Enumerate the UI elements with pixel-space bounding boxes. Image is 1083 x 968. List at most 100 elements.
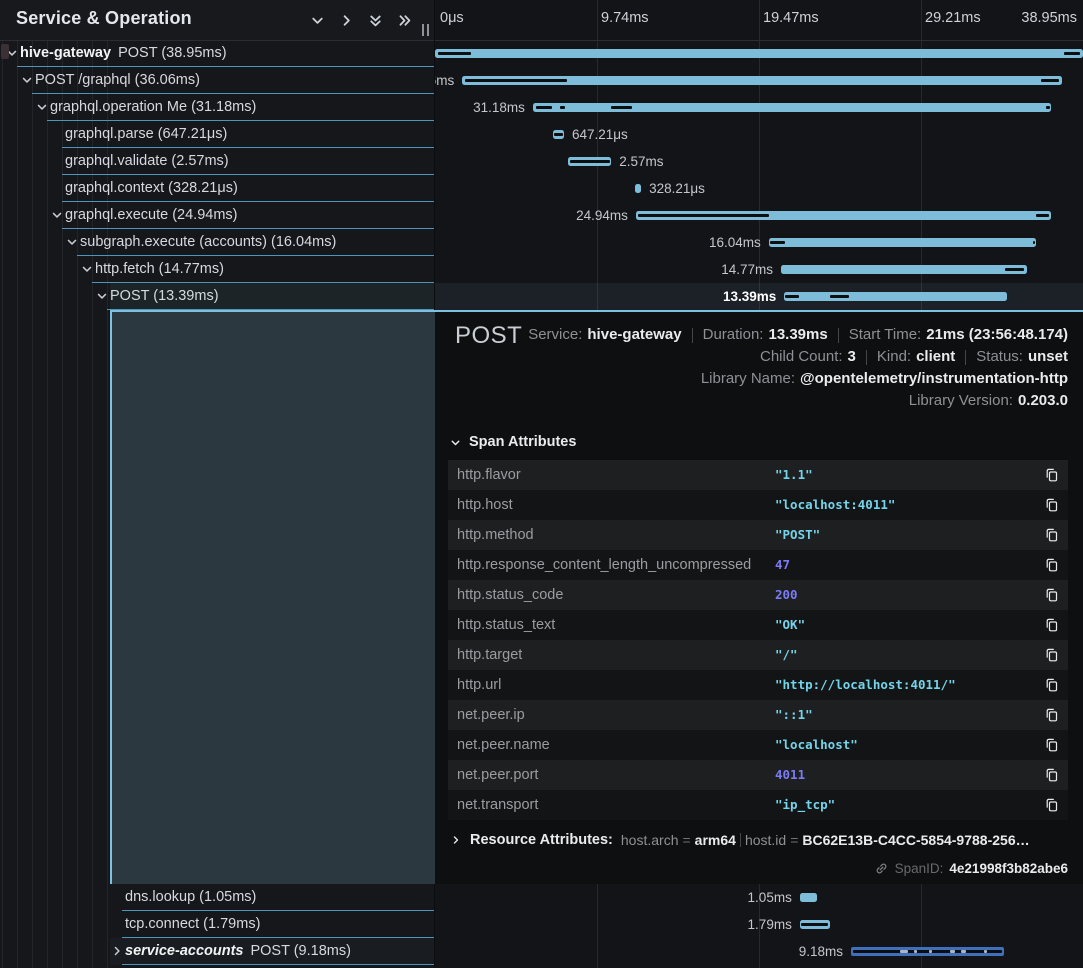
collapse-chevron-icon[interactable] xyxy=(35,100,50,115)
resource-attribute-value: BC62E13B-C4CC-5854-9788-256… xyxy=(802,832,1029,848)
expand-chevron-icon[interactable] xyxy=(110,944,125,959)
span-bar[interactable] xyxy=(781,265,1027,274)
timeline-row[interactable] xyxy=(435,40,1083,67)
span-duration-label: 14.77ms xyxy=(721,256,773,283)
detail-field: Duration:13.39ms xyxy=(703,326,828,344)
span-bar[interactable] xyxy=(784,292,1007,301)
tree-row[interactable]: hive-gatewayPOST (38.95ms) xyxy=(0,40,434,67)
copy-button[interactable] xyxy=(1044,557,1060,573)
copy-button[interactable] xyxy=(1044,677,1060,693)
expand-one-level-icon[interactable] xyxy=(338,12,355,29)
copy-button[interactable] xyxy=(1044,527,1060,543)
span-attributes-section-header[interactable]: Span Attributes xyxy=(449,434,576,450)
equals-sign: = xyxy=(790,832,798,848)
copy-button[interactable] xyxy=(1044,617,1060,633)
tree-row[interactable]: service-accountsPOST (9.18ms) xyxy=(0,938,434,965)
copy-button[interactable] xyxy=(1044,707,1060,723)
detail-field-label: Library Name: xyxy=(701,370,795,387)
tree-row[interactable]: graphql.validate (2.57ms) xyxy=(0,148,434,175)
copy-icon xyxy=(1044,737,1060,753)
span-id-label: SpanID: xyxy=(895,861,944,876)
timeline-row[interactable]: 2.57ms xyxy=(435,148,1083,175)
resource-attributes-row[interactable]: Resource Attributes: host.arch=arm64host… xyxy=(450,832,1030,848)
copy-button[interactable] xyxy=(1044,737,1060,753)
timeline-bars: 36.06ms31.18ms647.21μs2.57ms328.21μs24.9… xyxy=(435,40,1083,310)
span-duration-label: 16.04ms xyxy=(709,229,761,256)
span-operation-label: graphql.validate (2.57ms) xyxy=(65,153,229,169)
tree-row[interactable]: graphql.execute (24.94ms) xyxy=(0,202,434,229)
tree-row[interactable]: graphql.context (328.21μs) xyxy=(0,175,434,202)
attribute-value: 200 xyxy=(775,580,798,610)
detail-left-spacer xyxy=(110,312,435,884)
tree-row[interactable]: subgraph.execute (accounts) (16.04ms) xyxy=(0,229,434,256)
attribute-value: "OK" xyxy=(775,610,805,640)
copy-button[interactable] xyxy=(1044,467,1060,483)
expand-all-icon[interactable] xyxy=(367,12,384,29)
timeline-row[interactable]: 9.18ms xyxy=(435,938,1083,965)
span-bar[interactable] xyxy=(769,238,1036,247)
detail-field: Library Version:0.203.0 xyxy=(909,392,1068,410)
tree-row[interactable]: POST (13.39ms) xyxy=(0,283,434,310)
tree-row[interactable]: graphql.operation Me (31.18ms) xyxy=(0,94,434,121)
span-operation-label: graphql.context (328.21μs) xyxy=(65,180,238,196)
span-name-label: POST /graphql (36.06ms) xyxy=(35,67,200,94)
span-bar[interactable] xyxy=(568,157,611,166)
detail-field-value: hive-gateway xyxy=(587,326,681,343)
collapse-chevron-icon[interactable] xyxy=(95,289,110,304)
span-bar[interactable] xyxy=(800,920,830,929)
span-bar[interactable] xyxy=(636,211,1051,220)
tree-row[interactable]: http.fetch (14.77ms) xyxy=(0,256,434,283)
chevron-down-icon xyxy=(449,436,462,449)
timeline-row[interactable]: 24.94ms xyxy=(435,202,1083,229)
collapsed-children-marker xyxy=(900,950,908,953)
timeline-row[interactable]: 1.05ms xyxy=(435,884,1083,911)
tree-row[interactable]: tcp.connect (1.79ms) xyxy=(0,911,434,938)
timeline-row[interactable]: 328.21μs xyxy=(435,175,1083,202)
child-span-marker xyxy=(570,160,609,163)
timeline-row[interactable]: 16.04ms xyxy=(435,229,1083,256)
link-icon[interactable] xyxy=(874,861,889,876)
timeline-bars-bottom: 1.05ms1.79ms9.18ms xyxy=(435,884,1083,968)
child-span-marker xyxy=(638,214,769,217)
span-duration-label: 2.57ms xyxy=(619,148,663,175)
span-bar[interactable] xyxy=(851,947,1004,956)
collapse-one-level-icon[interactable] xyxy=(309,12,326,29)
tree-row[interactable]: graphql.parse (647.21μs) xyxy=(0,121,434,148)
copy-button[interactable] xyxy=(1044,767,1060,783)
span-bar[interactable] xyxy=(533,103,1051,112)
child-span-marker xyxy=(1046,106,1050,109)
collapse-chevron-icon[interactable] xyxy=(20,73,35,88)
collapse-all-icon[interactable] xyxy=(396,12,413,29)
copy-button[interactable] xyxy=(1044,647,1060,663)
tree-row[interactable]: POST /graphql (36.06ms) xyxy=(0,67,434,94)
timeline-row[interactable]: 1.79ms xyxy=(435,911,1083,938)
span-bar[interactable] xyxy=(435,49,1083,58)
collapse-chevron-icon[interactable] xyxy=(50,208,65,223)
span-bar[interactable] xyxy=(553,130,564,139)
span-bar[interactable] xyxy=(635,184,641,193)
copy-button[interactable] xyxy=(1044,797,1060,813)
timeline-row[interactable]: 647.21μs xyxy=(435,121,1083,148)
span-operation-label: POST (13.39ms) xyxy=(110,288,219,304)
timeline-tick: 19.47ms xyxy=(763,10,819,26)
timeline-row[interactable]: 14.77ms xyxy=(435,256,1083,283)
span-bar[interactable] xyxy=(462,76,1062,85)
timeline-row[interactable]: 13.39ms xyxy=(435,283,1083,310)
span-bar[interactable] xyxy=(800,893,817,902)
copy-icon xyxy=(1044,587,1060,603)
panel-resize-grip[interactable] xyxy=(422,24,431,36)
row-separator xyxy=(122,964,434,965)
tree-row[interactable]: dns.lookup (1.05ms) xyxy=(0,884,434,911)
copy-button[interactable] xyxy=(1044,497,1060,513)
scrollbar-thumb[interactable] xyxy=(1,44,9,59)
copy-button[interactable] xyxy=(1044,587,1060,603)
timeline-row[interactable]: 31.18ms xyxy=(435,94,1083,121)
timeline-row[interactable]: 36.06ms xyxy=(435,67,1083,94)
attribute-value: "localhost" xyxy=(775,730,858,760)
span-duration-label: 1.05ms xyxy=(748,884,792,911)
attribute-value: "POST" xyxy=(775,520,820,550)
attribute-key: http.response_content_length_uncompresse… xyxy=(457,550,751,580)
collapse-chevron-icon[interactable] xyxy=(80,262,95,277)
copy-icon xyxy=(1044,467,1060,483)
collapse-chevron-icon[interactable] xyxy=(65,235,80,250)
